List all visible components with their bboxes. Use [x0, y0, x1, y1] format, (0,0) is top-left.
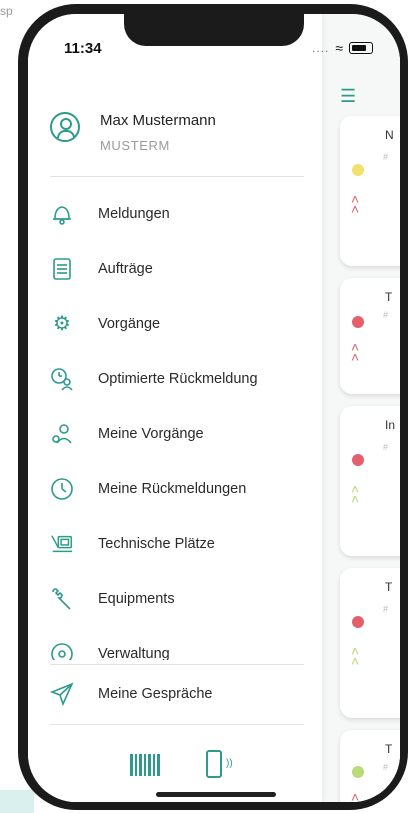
- menu-item-meine-vorgaenge[interactable]: Meine Vorgänge: [28, 406, 322, 461]
- phone-frame: 11:34 .... ≈ ☰ N ˄ ˄ # T ˄ ˄ # In ˄ ˄ # …: [18, 4, 408, 810]
- status-dot: [352, 616, 364, 628]
- menu-list: Meldungen Aufträge ⚙ Vorgänge Optimierte…: [28, 186, 322, 660]
- priority-chevron-icon: ˄ ˄: [351, 339, 360, 365]
- home-indicator: [156, 792, 276, 797]
- card-title: In: [385, 418, 396, 432]
- status-dot: [352, 454, 364, 466]
- menu-item-verwaltung[interactable]: Verwaltung: [28, 626, 322, 660]
- gear-icon: ⚙: [53, 313, 71, 335]
- wifi-icon: ≈: [335, 40, 344, 56]
- wrench-icon: [50, 587, 74, 611]
- machine-icon: [50, 532, 74, 556]
- notch: [124, 14, 304, 46]
- barcode-stripe: [157, 754, 160, 776]
- card-title: T: [385, 742, 393, 756]
- menu-item-meldungen[interactable]: Meldungen: [28, 186, 322, 241]
- priority-chevron-icon: ˄ ˄: [351, 643, 360, 669]
- bell-icon: [50, 202, 74, 226]
- menu-item-label: Equipments: [98, 590, 175, 607]
- menu-item-vorgaenge[interactable]: ⚙ Vorgänge: [28, 296, 322, 351]
- menu-item-meine-rueckmeldungen[interactable]: Meine Rückmeldungen: [28, 461, 322, 516]
- phone-nfc-icon[interactable]: [206, 750, 222, 778]
- menu-item-label: Meine Gespräche: [98, 685, 213, 702]
- clock-icon: [50, 477, 74, 501]
- battery-icon: [349, 42, 374, 54]
- divider: [50, 724, 304, 725]
- app-screen: 11:34 .... ≈ ☰ N ˄ ˄ # T ˄ ˄ # In ˄ ˄ # …: [28, 14, 400, 802]
- menu-item-label: Meine Rückmeldungen: [98, 480, 247, 497]
- menu-item-optimierte-rueckmeldung[interactable]: Optimierte Rückmeldung: [28, 351, 322, 406]
- barcode-stripe: [144, 754, 146, 776]
- barcode-stripe: [135, 754, 137, 776]
- list-item[interactable]: T ˄ #: [340, 730, 400, 802]
- list-item[interactable]: T ˄ ˄ #: [340, 278, 400, 394]
- menu-item-label: Aufträge: [98, 260, 153, 277]
- menu-item-equipments[interactable]: Equipments: [28, 571, 322, 626]
- menu-item-label: Vorgänge: [98, 315, 161, 332]
- list-item[interactable]: N ˄ ˄ #: [340, 116, 400, 266]
- card-meta: #: [383, 310, 389, 320]
- menu-item-auftraege[interactable]: Aufträge: [28, 241, 322, 296]
- status-indicators: .... ≈: [312, 40, 374, 56]
- barcode-stripe: [148, 754, 151, 776]
- barcode-stripe: [153, 754, 155, 776]
- divider: [50, 176, 304, 177]
- send-icon: [50, 682, 74, 706]
- card-meta: #: [383, 604, 389, 614]
- user-gear-icon: [50, 422, 74, 446]
- list-item[interactable]: In ˄ ˄ #: [340, 406, 400, 556]
- user-name: Max Mustermann: [100, 112, 216, 129]
- card-meta: #: [383, 152, 389, 162]
- document-icon: [50, 257, 74, 281]
- signal-dots: ....: [312, 41, 330, 55]
- card-title: T: [385, 290, 393, 304]
- menu-item-label: Technische Plätze: [98, 535, 215, 552]
- card-title: T: [385, 580, 393, 594]
- card-meta: #: [383, 442, 389, 452]
- user-code: MUSTERM: [100, 138, 170, 153]
- menu-item-label: Meine Vorgänge: [98, 425, 204, 442]
- navigation-drawer: Max Mustermann MUSTERM Meldungen Aufträg…: [28, 14, 322, 802]
- card-meta: #: [383, 762, 389, 772]
- divider: [50, 664, 304, 665]
- menu-item-technische-plaetze[interactable]: Technische Plätze: [28, 516, 322, 571]
- card-title: N: [385, 128, 394, 142]
- priority-chevron-icon: ˄ ˄: [351, 191, 360, 217]
- menu-item-label: Optimierte Rückmeldung: [98, 370, 258, 387]
- menu-item-label: Verwaltung: [98, 645, 170, 661]
- priority-chevron-icon: ˄ ˄: [351, 481, 360, 507]
- status-dot: [352, 316, 364, 328]
- clock-user-icon: [50, 367, 74, 391]
- status-dot: [352, 766, 364, 778]
- admin-icon: [50, 642, 74, 660]
- list-item[interactable]: T ˄ ˄ #: [340, 568, 400, 718]
- menu-item-label: Meldungen: [98, 205, 170, 222]
- barcode-icon[interactable]: [130, 754, 160, 776]
- priority-chevron-icon: ˄: [351, 789, 360, 802]
- barcode-stripe: [130, 754, 133, 776]
- menu-item-meine-gespraeche[interactable]: Meine Gespräche: [28, 666, 344, 721]
- barcode-stripe: [139, 754, 142, 776]
- page-caption: sp: [0, 4, 13, 18]
- status-time: 11:34: [64, 40, 102, 57]
- nfc-waves-icon: )): [226, 758, 233, 769]
- user-profile[interactable]: Max Mustermann MUSTERM: [50, 98, 320, 168]
- status-dot: [352, 164, 364, 176]
- user-avatar-icon: [50, 112, 80, 142]
- hamburger-menu-icon[interactable]: ☰: [340, 86, 356, 107]
